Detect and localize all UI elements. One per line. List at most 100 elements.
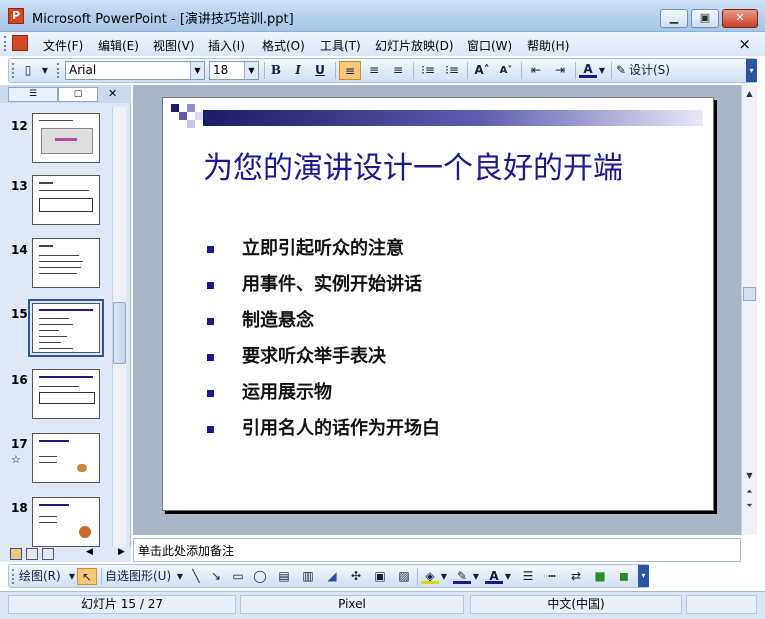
increase-indent-icon[interactable]: ⇥ (549, 61, 571, 80)
menu-tools[interactable]: 工具(T) (320, 37, 361, 54)
slide-sorter-view-icon[interactable] (26, 548, 38, 560)
line-style-icon[interactable]: ☰ (519, 568, 537, 585)
new-dropdown-icon[interactable]: ▼ (39, 61, 51, 80)
menu-grip[interactable] (4, 36, 7, 51)
powerpoint-app-icon[interactable]: P (8, 8, 24, 24)
select-pointer-icon[interactable]: ↖ (77, 568, 97, 585)
line-color-dropdown-icon[interactable]: ▼ (471, 568, 481, 585)
slideshow-view-icon[interactable] (42, 548, 54, 560)
menu-format[interactable]: 格式(O) (262, 37, 305, 54)
restore-button[interactable]: ▣ (691, 9, 719, 28)
design-button[interactable]: 设计(S) (629, 61, 683, 80)
scroll-thumb[interactable] (743, 287, 756, 301)
draw-dropdown-icon[interactable]: ▼ (67, 568, 77, 585)
clipart-icon[interactable]: ▣ (371, 568, 389, 585)
slide-thumbnail-14[interactable] (32, 238, 100, 288)
increase-font-size-icon[interactable]: A˄ (471, 61, 493, 80)
thumbnail-scrollbar[interactable] (112, 107, 126, 547)
autoshapes-button[interactable]: 自选图形(U) (105, 568, 177, 585)
bullet-item[interactable]: 制造悬念 (207, 306, 314, 332)
arrow-icon[interactable]: ↘ (207, 568, 225, 585)
slide-title[interactable]: 为您的演讲设计一个良好的开端 (203, 143, 703, 187)
document-icon[interactable] (12, 35, 28, 51)
tab-outline[interactable]: ☰ (8, 87, 58, 102)
draw-font-color-dropdown-icon[interactable]: ▼ (503, 568, 513, 585)
menu-file[interactable]: 文件(F) (43, 37, 83, 54)
underline-button[interactable]: U (311, 61, 329, 80)
menu-slideshow[interactable]: 幻灯片放映(D) (375, 37, 454, 54)
bullets-icon[interactable]: ⁝≡ (441, 61, 463, 80)
decrease-indent-icon[interactable]: ⇤ (525, 61, 547, 80)
previous-slide-icon[interactable]: ⏶ (743, 485, 756, 498)
numbering-icon[interactable]: ⁝≡ (417, 61, 439, 80)
panel-scroll-left-icon[interactable]: ◀ (86, 547, 93, 557)
thumbnail-scroll-thumb[interactable] (113, 302, 126, 364)
draw-font-color-icon[interactable]: A (485, 568, 503, 584)
bullet-item[interactable]: 要求听众举手表决 (207, 342, 386, 368)
bullet-item[interactable]: 引用名人的话作为开场白 (207, 414, 440, 440)
slide-thumbnail-12[interactable] (32, 113, 100, 163)
bold-button[interactable]: B (267, 61, 285, 80)
vertical-text-box-icon[interactable]: ▥ (299, 568, 317, 585)
line-color-icon[interactable]: ✎ (453, 568, 471, 584)
notes-pane[interactable]: 单击此处添加备注 (133, 538, 741, 562)
bullet-item[interactable]: 立即引起听众的注意 (207, 234, 404, 260)
menu-help[interactable]: 帮助(H) (527, 37, 569, 54)
font-size-combo[interactable]: 18 ▼ (209, 61, 259, 80)
menu-window[interactable]: 窗口(W) (467, 37, 512, 54)
tab-slides[interactable]: ▢ (58, 87, 98, 102)
diagram-icon[interactable]: ✣ (347, 568, 365, 585)
autoshapes-dropdown-icon[interactable]: ▼ (175, 568, 185, 585)
arrow-style-icon[interactable]: ⇄ (567, 568, 585, 585)
bullet-item[interactable]: 运用展示物 (207, 378, 332, 404)
fill-color-dropdown-icon[interactable]: ▼ (439, 568, 449, 585)
draw-menu-button[interactable]: 绘图(R) (19, 568, 71, 585)
font-color-dropdown-icon[interactable]: ▼ (597, 61, 607, 80)
panel-close-icon[interactable]: ✕ (108, 87, 117, 100)
italic-button[interactable]: I (289, 61, 307, 80)
new-document-icon[interactable]: ▯ (19, 61, 37, 80)
scroll-up-icon[interactable]: ▲ (743, 87, 756, 100)
slide-thumbnail-13[interactable] (32, 175, 100, 225)
close-button[interactable]: ✕ (722, 9, 758, 28)
fill-color-icon[interactable]: ◈ (421, 568, 439, 584)
font-name-combo[interactable]: Arial ▼ (65, 61, 205, 80)
picture-icon[interactable]: ▨ (395, 568, 413, 585)
3d-style-icon[interactable]: ◼ (615, 568, 633, 585)
toolbar-options-icon[interactable]: ▾ (746, 59, 757, 82)
align-center-icon[interactable]: ≡ (363, 61, 385, 80)
align-left-icon[interactable]: ≡ (339, 61, 361, 80)
font-dropdown-icon[interactable]: ▼ (190, 62, 204, 79)
shadow-style-icon[interactable]: ■ (591, 568, 609, 585)
wordart-icon[interactable]: ◢ (323, 568, 341, 585)
panel-scroll-right-icon[interactable]: ▶ (118, 547, 125, 557)
document-close-icon[interactable]: × (738, 35, 751, 53)
rectangle-icon[interactable]: ▭ (229, 568, 247, 585)
slide-thumbnail-17[interactable] (32, 433, 100, 483)
decrease-font-size-icon[interactable]: A˅ (495, 61, 517, 80)
next-slide-icon[interactable]: ⏷ (743, 499, 756, 512)
line-icon[interactable]: ╲ (187, 568, 205, 585)
menu-insert[interactable]: 插入(I) (208, 37, 245, 54)
dash-style-icon[interactable]: ┅ (543, 568, 561, 585)
font-color-icon[interactable]: A (579, 61, 597, 78)
slide-thumbnail-16[interactable] (32, 369, 100, 419)
slide-thumbnail-18[interactable] (32, 497, 100, 547)
bullet-item[interactable]: 用事件、实例开始讲话 (207, 270, 422, 296)
slide-scrollbar[interactable]: ▲ ▼ ⏶ ⏷ (741, 85, 757, 535)
slide-thumbnail-15[interactable] (28, 299, 104, 357)
minimize-button[interactable]: ▁ (660, 9, 688, 28)
font-size-dropdown-icon[interactable]: ▼ (244, 62, 258, 79)
toolbar-grip[interactable] (12, 63, 15, 78)
transition-star-icon[interactable]: ☆ (11, 453, 21, 466)
drawbar-options-icon[interactable]: ▾ (638, 565, 649, 587)
toolbar-grip-2[interactable] (57, 63, 60, 78)
oval-icon[interactable]: ◯ (251, 568, 269, 585)
menu-edit[interactable]: 编辑(E) (98, 37, 139, 54)
drawbar-grip[interactable] (12, 569, 15, 584)
text-box-icon[interactable]: ▤ (275, 568, 293, 585)
normal-view-icon[interactable] (10, 548, 22, 560)
scroll-down-icon[interactable]: ▼ (743, 469, 756, 482)
slide-canvas[interactable]: 为您的演讲设计一个良好的开端 立即引起听众的注意 用事件、实例开始讲话 制造悬念… (162, 97, 714, 511)
align-right-icon[interactable]: ≡ (387, 61, 409, 80)
